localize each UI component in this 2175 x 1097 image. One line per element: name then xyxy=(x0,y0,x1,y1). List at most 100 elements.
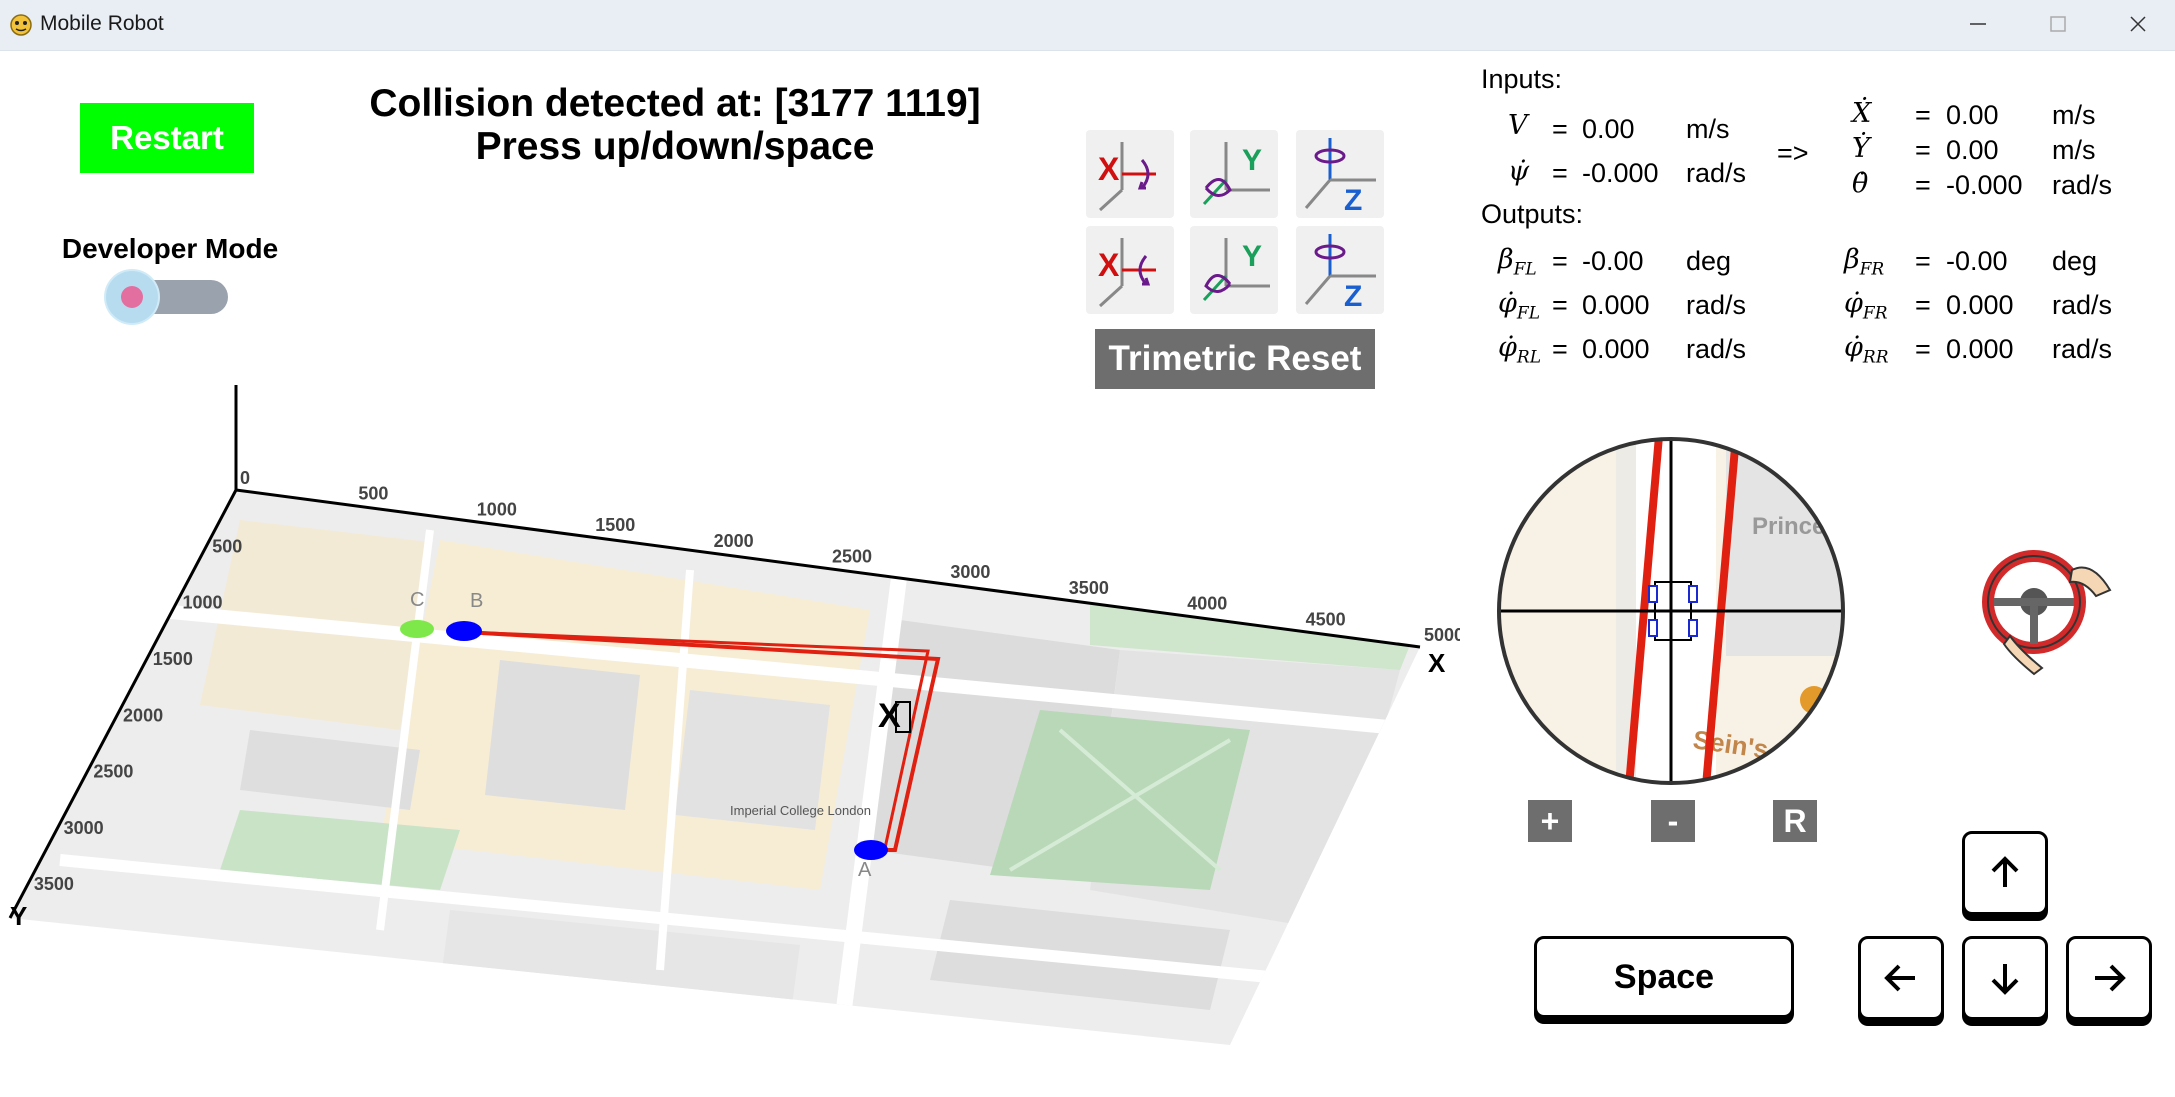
steering-wheel-icon xyxy=(1982,550,2112,676)
y-tick-label: 2500 xyxy=(93,762,133,782)
down-arrow-button[interactable] xyxy=(1962,936,2048,1020)
x-tick-label: 0 xyxy=(240,468,250,488)
zoom-reset-button[interactable]: R xyxy=(1773,800,1817,842)
output-phidot-rr-symbol: φ̇RR xyxy=(1844,332,1889,368)
maximize-icon xyxy=(2050,16,2066,32)
input-psidot-eq: = xyxy=(1552,158,1568,188)
waypoint-a-marker[interactable] xyxy=(854,840,888,860)
output-phidot-rl-eq: = xyxy=(1552,334,1568,364)
arrow-left-icon xyxy=(1884,964,1915,992)
output-phidot-fr-symbol: φ̇FR xyxy=(1844,288,1888,324)
y-tick-label: 1500 xyxy=(153,649,193,669)
map-3d-view[interactable]: Imperial College London 0 500 1000 1500 2000… xyxy=(0,370,1460,1060)
x-tick-label: 3000 xyxy=(950,562,990,582)
input-v-unit: m/s xyxy=(1686,114,1730,144)
derived-thetadot-eq: = xyxy=(1915,170,1931,200)
left-arrow-button[interactable] xyxy=(1858,936,1944,1020)
arrow-up-icon xyxy=(1991,856,2019,887)
restart-button[interactable]: Restart xyxy=(80,103,254,173)
input-psidot-value: -0.000 xyxy=(1582,158,1659,188)
y-tick-label: 500 xyxy=(212,536,242,556)
outputs-label: Outputs: xyxy=(1481,199,1584,229)
derived-thetadot-unit: rad/s xyxy=(2052,170,2113,200)
output-beta-fr-eq: = xyxy=(1915,246,1931,276)
output-beta-fl-unit: deg xyxy=(1686,246,1732,276)
zoom-out-button[interactable]: - xyxy=(1651,800,1695,842)
status-hint: Press up/down/space xyxy=(475,125,875,168)
svg-text:Y: Y xyxy=(1242,144,1262,177)
rotate-z-positive-button[interactable]: Z xyxy=(1296,130,1384,218)
output-phidot-fr-unit: rad/s xyxy=(2052,290,2113,320)
x-tick-label: 2000 xyxy=(714,531,754,551)
maximize-button[interactable] xyxy=(2018,0,2098,48)
window-title: Mobile Robot xyxy=(40,12,164,35)
derived-xdot-unit: m/s xyxy=(2052,100,2096,130)
output-phidot-rr-unit: rad/s xyxy=(2052,334,2113,364)
derived-ydot-eq: = xyxy=(1915,135,1931,165)
input-psidot-symbol: ψ̇ xyxy=(1508,156,1530,187)
derived-thetadot-value: -0.000 xyxy=(1946,170,2023,200)
x-axis-label: X xyxy=(1428,648,1446,678)
output-phidot-rl-unit: rad/s xyxy=(1686,334,1747,364)
minimize-icon xyxy=(1970,23,1986,25)
output-phidot-fl-eq: = xyxy=(1552,290,1568,320)
output-phidot-fr-value: 0.000 xyxy=(1946,290,2014,320)
waypoint-b-marker[interactable] xyxy=(446,621,482,641)
output-phidot-fl-unit: rad/s xyxy=(1686,290,1747,320)
derived-thetadot-symbol: θ̇ xyxy=(1852,168,1869,199)
map-place-label: Imperial College London xyxy=(730,803,871,818)
rotate-y-positive-button[interactable]: Y xyxy=(1190,130,1278,218)
y-axis-label: Y xyxy=(10,901,27,931)
svg-text:Y: Y xyxy=(1242,240,1262,273)
y-tick-label: 3500 xyxy=(34,874,74,894)
x-tick-label: 2500 xyxy=(832,547,872,567)
waypoint-c-label: C xyxy=(410,589,424,611)
arrow-right-icon xyxy=(2095,964,2126,992)
svg-text:X: X xyxy=(1098,151,1120,187)
x-tick-label: 500 xyxy=(358,484,388,504)
arrow-down-icon xyxy=(1991,964,2019,995)
developer-mode-label: Developer Mode xyxy=(61,233,279,264)
input-v-symbol: V xyxy=(1508,110,1528,141)
output-phidot-rr-value: 0.000 xyxy=(1946,334,2014,364)
output-beta-fr-value: -0.00 xyxy=(1946,246,2008,276)
up-arrow-button[interactable] xyxy=(1962,831,2048,915)
minimap[interactable]: Prince Sein's xyxy=(1496,436,1846,786)
rotate-z-negative-button[interactable]: Z xyxy=(1296,226,1384,314)
output-phidot-rr-eq: = xyxy=(1915,334,1931,364)
svg-text:Z: Z xyxy=(1344,184,1362,217)
toggle-indicator xyxy=(121,286,143,308)
waypoint-b-label: B xyxy=(470,590,483,612)
x-tick-label: 4500 xyxy=(1306,609,1346,629)
x-tick-label: 3500 xyxy=(1069,578,1109,598)
rotate-y-negative-button[interactable]: Y xyxy=(1190,226,1278,314)
rotate-y-icon: Y xyxy=(1202,238,1270,302)
output-beta-fl-eq: = xyxy=(1552,246,1568,276)
collision-status: Collision detected at: [3177 1119] xyxy=(369,82,981,125)
y-tick-label: 2000 xyxy=(123,705,163,725)
output-phidot-fl-symbol: φ̇FL xyxy=(1498,288,1540,324)
output-beta-fl-value: -0.00 xyxy=(1582,246,1644,276)
input-v-eq: = xyxy=(1552,114,1568,144)
title-bar: Mobile Robot xyxy=(0,0,2175,51)
close-icon xyxy=(2130,16,2146,32)
output-phidot-rl-symbol: φ̇RL xyxy=(1498,332,1541,368)
waypoint-c-marker[interactable] xyxy=(400,620,434,638)
x-tick-label: 1000 xyxy=(477,499,517,519)
rotate-x-positive-button[interactable]: X xyxy=(1086,130,1174,218)
right-arrow-button[interactable] xyxy=(2066,936,2152,1020)
x-tick-label: 4000 xyxy=(1187,594,1227,614)
inputs-label: Inputs: xyxy=(1481,64,1563,94)
close-button[interactable] xyxy=(2098,0,2175,48)
space-key-button[interactable]: Space xyxy=(1534,936,1794,1018)
rotate-x-negative-button[interactable]: X xyxy=(1086,226,1174,314)
minimize-button[interactable] xyxy=(1938,0,2018,48)
y-tick-label: 1000 xyxy=(183,593,223,613)
output-phidot-fr-eq: = xyxy=(1915,290,1931,320)
rotate-y-icon: Y xyxy=(1202,142,1270,206)
input-psidot-unit: rad/s xyxy=(1686,158,1747,188)
rotate-z-icon: Z xyxy=(1304,138,1376,217)
svg-text:X: X xyxy=(1098,247,1120,283)
derived-xdot-eq: = xyxy=(1915,100,1931,130)
zoom-in-button[interactable]: + xyxy=(1528,800,1572,842)
